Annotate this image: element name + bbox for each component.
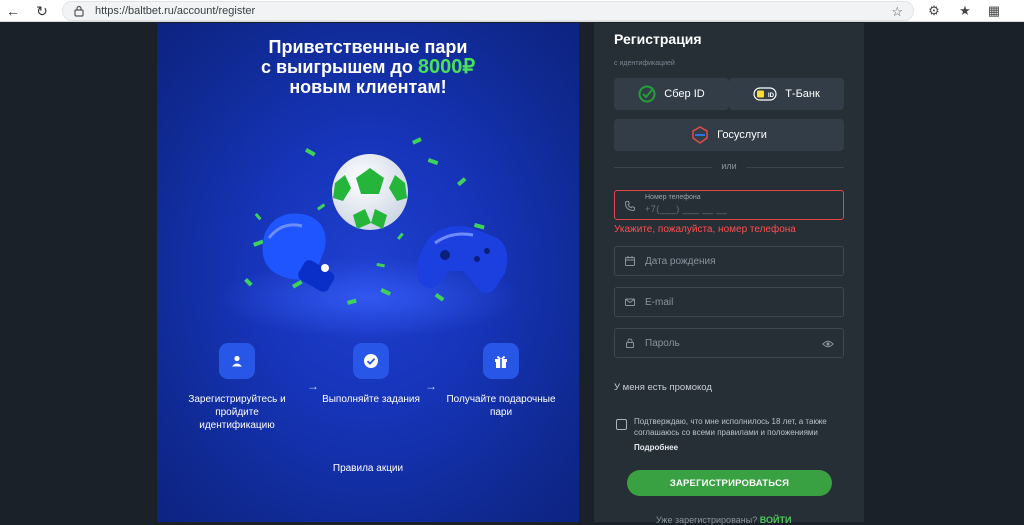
check-icon xyxy=(353,343,389,379)
birthdate-placeholder: Дата рождения xyxy=(645,256,716,267)
eye-icon[interactable] xyxy=(822,339,834,349)
gift-icon xyxy=(483,343,519,379)
step-text: Получайте подарочные пари xyxy=(446,394,556,418)
already-registered: Уже зарегистрированы? ВОЙТИ xyxy=(656,515,791,525)
svg-text:ID: ID xyxy=(768,93,775,99)
step-text: Зарегистрируйтесь и пройдите идентификац… xyxy=(188,394,286,431)
extensions-icon[interactable]: ⚙ xyxy=(926,3,942,19)
address-bar[interactable]: https://baltbet.ru/account/register ☆ xyxy=(62,1,914,21)
identification-label: с идентификацией xyxy=(614,60,675,67)
collections-icon[interactable]: ▦ xyxy=(986,3,1002,19)
promo-banner: Приветственные пари с выигрышем до 8000₽… xyxy=(157,23,579,522)
phone-icon xyxy=(624,201,635,212)
step-text: Выполняйте задания xyxy=(322,394,420,405)
login-link[interactable]: ВОЙТИ xyxy=(760,515,792,525)
or-divider-text: или xyxy=(712,161,746,171)
promo-code-toggle[interactable]: У меня есть промокод xyxy=(614,382,712,393)
lock-icon xyxy=(626,338,634,348)
promo-rules-link[interactable]: Правила акции xyxy=(157,463,579,474)
browser-toolbar: ← ↻ https://baltbet.ru/account/register … xyxy=(0,0,1024,22)
gosuslugi-button[interactable]: Госуслуги xyxy=(614,119,844,151)
lock-icon xyxy=(74,5,84,17)
tbank-icon: ID xyxy=(753,87,777,101)
sber-icon xyxy=(638,85,656,103)
arrow-right-icon: → xyxy=(425,379,437,393)
step-tasks: Выполняйте задания xyxy=(311,343,431,406)
phone-value: +7(___) ___ __ __ xyxy=(645,204,728,214)
step-gifts: Получайте подарочные пари xyxy=(441,343,561,419)
phone-field[interactable]: Номер телефона +7(___) ___ __ __ xyxy=(614,190,844,220)
birthdate-field[interactable]: Дата рождения xyxy=(614,246,844,276)
promo-illustration xyxy=(218,137,518,338)
favorites-icon[interactable]: ★ xyxy=(957,3,973,19)
mail-icon xyxy=(625,298,635,306)
gosuslugi-label: Госуслуги xyxy=(717,129,767,141)
page: Приветственные пари с выигрышем до 8000₽… xyxy=(0,23,1024,525)
phone-error-message: Укажите, пожалуйста, номер телефона xyxy=(614,224,796,235)
calendar-icon xyxy=(625,256,635,266)
registration-form: Регистрация с идентификацией Сбер ID ID … xyxy=(594,23,864,525)
tbank-label: Т-Банк xyxy=(785,88,820,100)
sber-id-button[interactable]: Сбер ID xyxy=(614,78,729,110)
more-info-link[interactable]: Подробнее xyxy=(634,443,678,452)
consent-checkbox[interactable] xyxy=(616,419,627,430)
user-icon xyxy=(219,343,255,379)
tbank-button[interactable]: ID Т-Банк xyxy=(729,78,844,110)
back-icon[interactable]: ← xyxy=(4,2,22,20)
already-registered-text: Уже зарегистрированы? xyxy=(656,515,758,525)
gosuslugi-icon xyxy=(692,126,708,144)
email-field[interactable]: E-mail xyxy=(614,287,844,317)
phone-label: Номер телефона xyxy=(645,194,701,201)
password-field[interactable]: Пароль xyxy=(614,328,844,358)
register-button[interactable]: ЗАРЕГИСТРИРОВАТЬСЯ xyxy=(627,470,832,496)
form-title: Регистрация xyxy=(614,31,702,47)
refresh-icon[interactable]: ↻ xyxy=(33,2,51,20)
password-placeholder: Пароль xyxy=(645,338,680,349)
step-register: Зарегистрируйтесь и пройдите идентификац… xyxy=(177,343,297,432)
star-icon[interactable]: ☆ xyxy=(891,4,903,20)
email-placeholder: E-mail xyxy=(645,297,674,308)
sber-id-label: Сбер ID xyxy=(664,88,705,100)
url-text: https://baltbet.ru/account/register xyxy=(95,5,256,17)
consent-text: Подтверждаю, что мне исполнилось 18 лет,… xyxy=(634,417,827,437)
